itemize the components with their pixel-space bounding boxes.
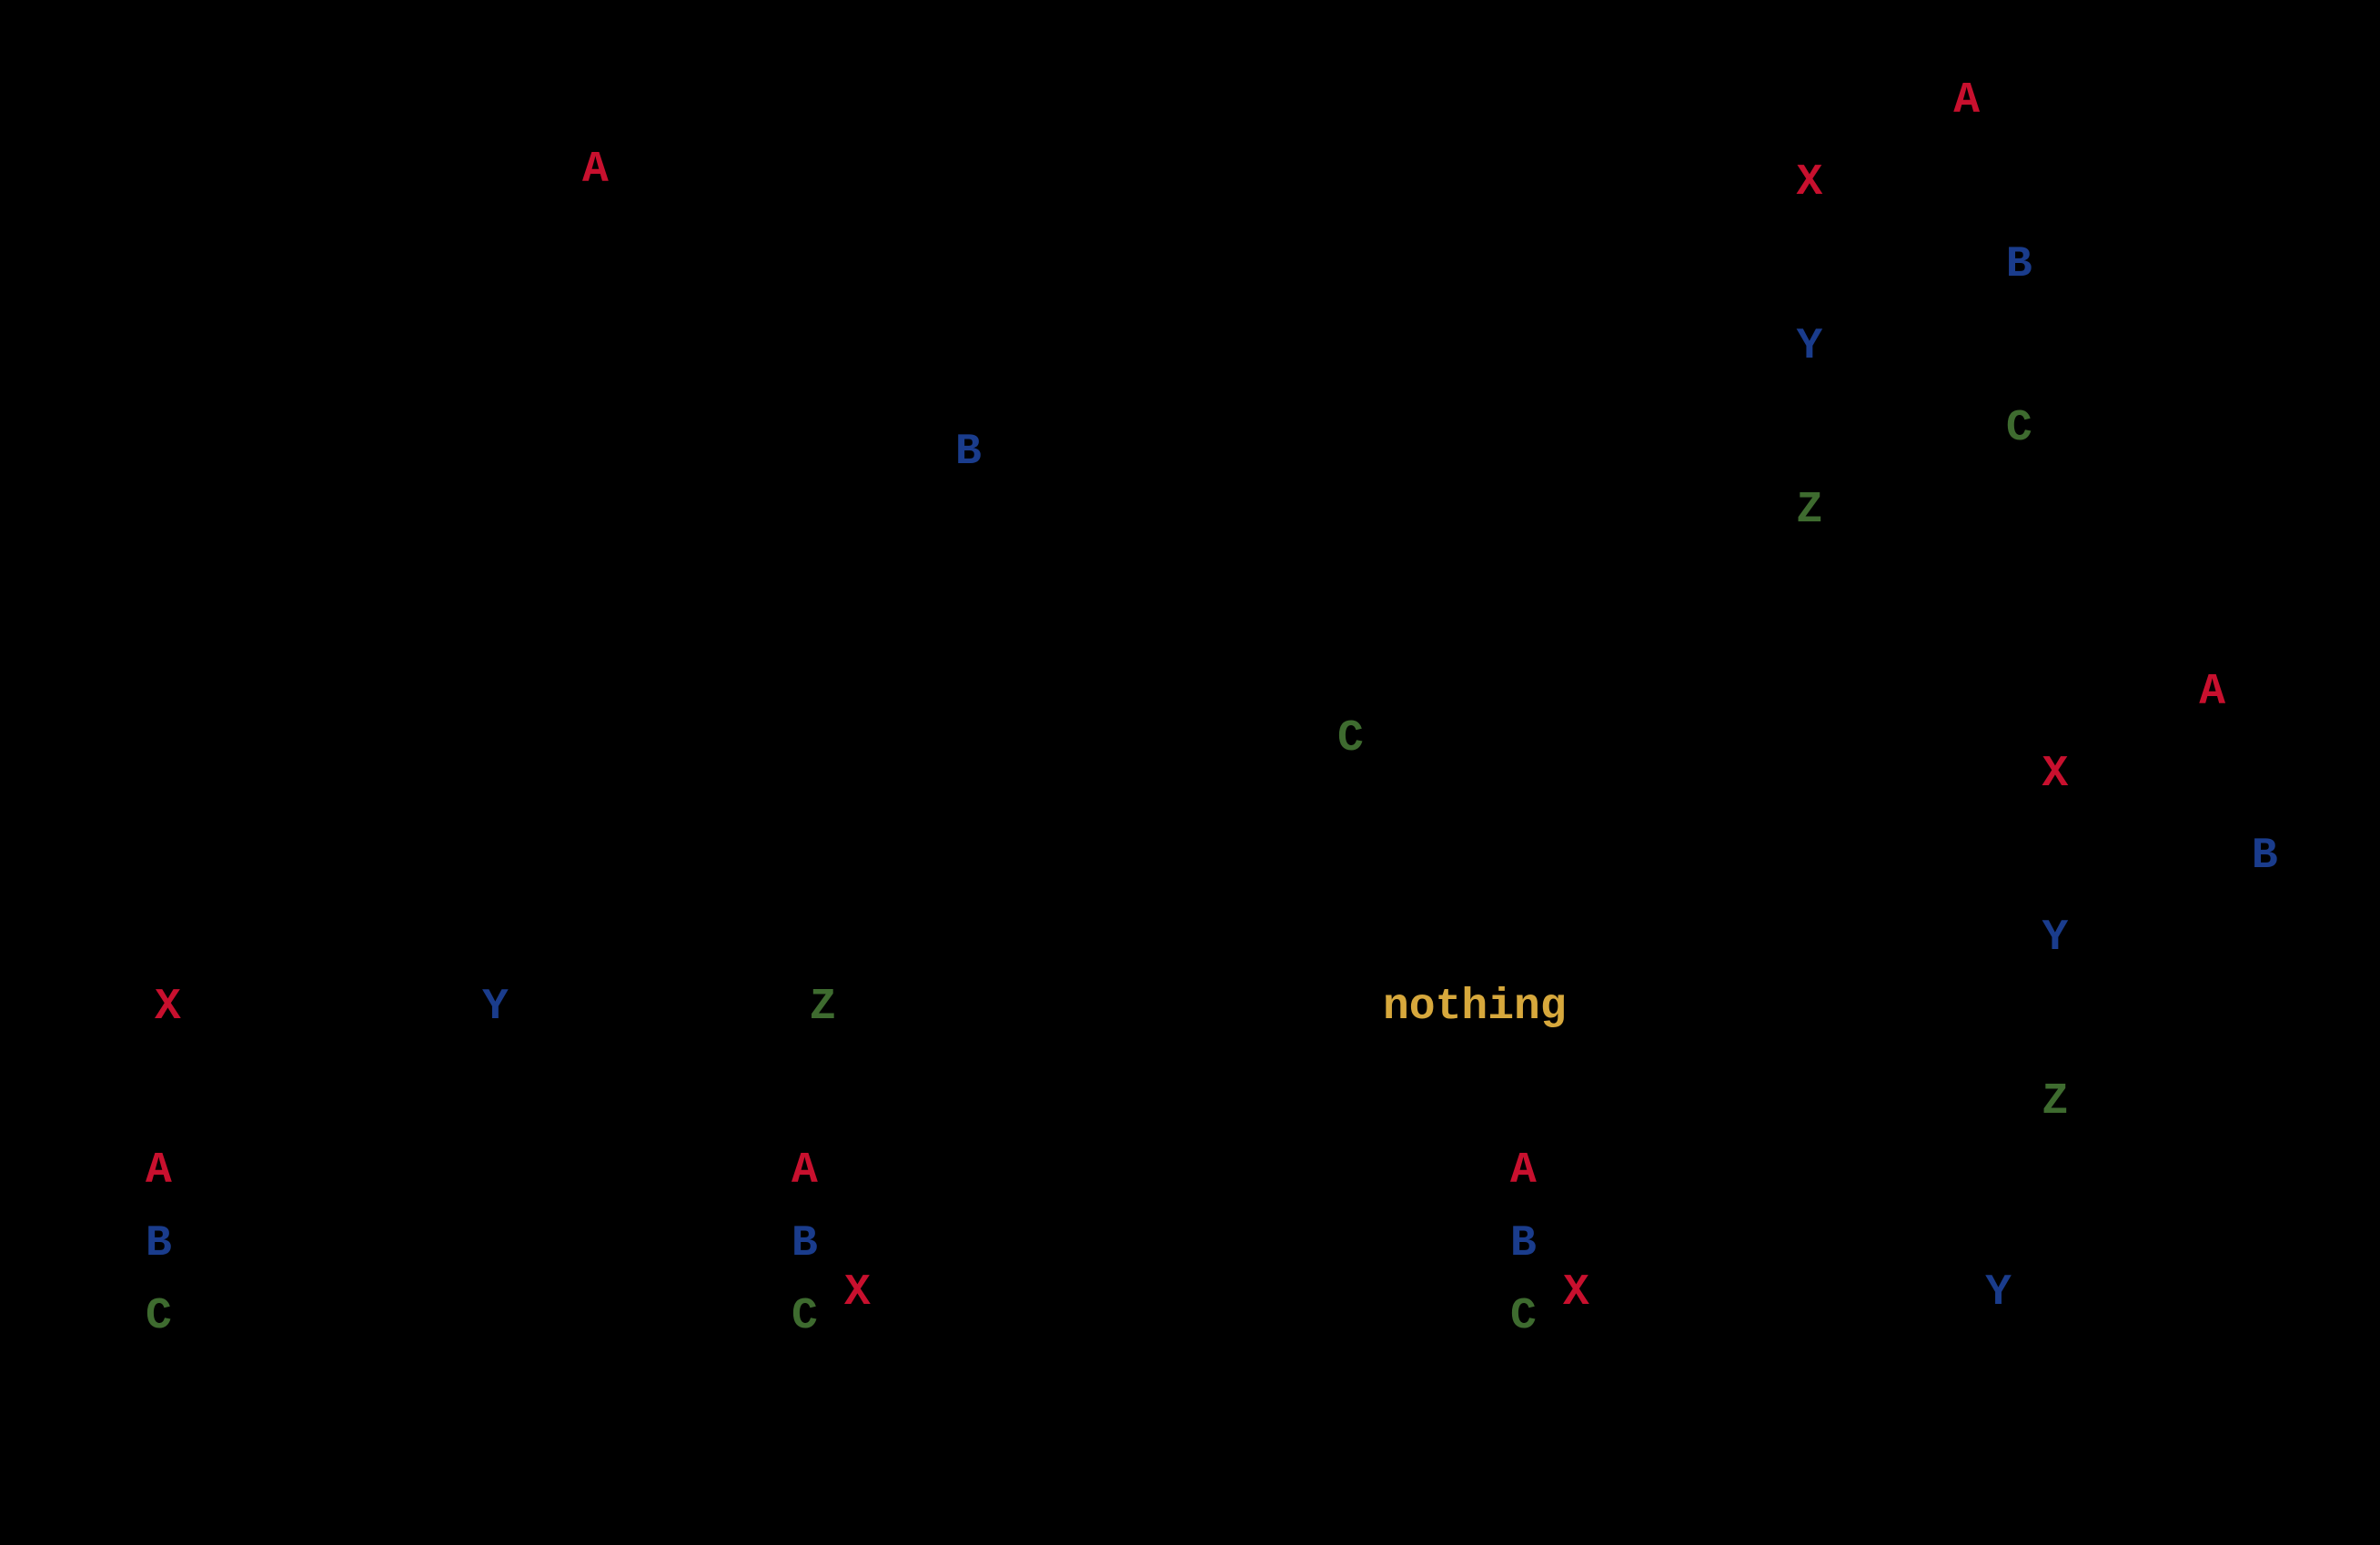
legend2-c: C: [792, 1292, 818, 1341]
legend3-a: A: [1510, 1146, 1537, 1196]
legend1-a: A: [146, 1146, 172, 1196]
cond-b: B: [2006, 240, 2032, 289]
tree-leaf-y: Y: [482, 983, 509, 1032]
legend1-c: C: [146, 1292, 172, 1341]
legend2-x: X: [844, 1268, 871, 1318]
cond-a: A: [1953, 76, 1980, 126]
do-2b: do: [1859, 914, 2042, 963]
cond-a-b: A: [2199, 668, 2225, 717]
kw-else: else:: [1701, 946, 1832, 995]
tree-node-b: B: [955, 428, 982, 477]
tree-node-c: C: [1337, 714, 1364, 763]
legend1-b: B: [146, 1219, 172, 1268]
do-3b: do: [1859, 1077, 2042, 1126]
tree-leaf-z: Z: [810, 983, 836, 1032]
cond-c: C: [2006, 404, 2032, 453]
colon-2b: :: [2278, 832, 2304, 881]
cond-b-b: B: [2252, 832, 2278, 881]
legend3-y: Y: [1985, 1268, 2012, 1318]
colon-1: :: [1980, 76, 2006, 126]
legend2-b: B: [792, 1219, 818, 1268]
legend2-a: A: [792, 1146, 818, 1196]
colon-2: :: [2032, 240, 2059, 289]
do-3: do: [1613, 486, 1797, 535]
act-y-b: Y: [2042, 914, 2068, 963]
diagram-root: A B C X Y Z nothing if condition A: do X…: [0, 0, 2380, 1545]
colon-1b: :: [2225, 668, 2252, 717]
legend3-c: C: [1510, 1292, 1537, 1341]
tree-leaf-x: X: [155, 983, 181, 1032]
tree-node-a: A: [582, 146, 609, 195]
act-z: Z: [1796, 486, 1822, 535]
colon-3: :: [2032, 404, 2059, 453]
legend3-b: B: [1510, 1219, 1537, 1268]
legend3-x: X: [1563, 1268, 1589, 1318]
act-z-b: Z: [2042, 1077, 2068, 1126]
legend3-and: and not: [1750, 1268, 1985, 1318]
tree-leaf-nothing: nothing: [1383, 983, 1567, 1032]
